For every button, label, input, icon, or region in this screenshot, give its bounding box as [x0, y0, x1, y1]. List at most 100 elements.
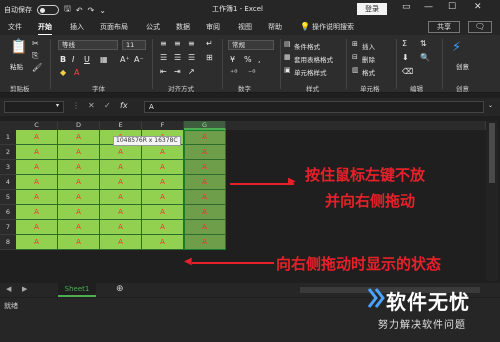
fill-icon[interactable]: ⬇	[402, 53, 409, 62]
grid-cell[interactable]: A	[142, 145, 184, 160]
grid-cell[interactable]: A	[16, 175, 58, 190]
format-cells-button[interactable]: 格式	[362, 67, 375, 77]
formula-input[interactable]: A	[144, 101, 484, 113]
grid-cell[interactable]: A	[58, 145, 100, 160]
insert-cells-button[interactable]: 插入	[362, 41, 375, 51]
share-button[interactable]: 共享	[428, 21, 460, 33]
grid-cell[interactable]: A	[100, 160, 142, 175]
autosum-icon[interactable]: Σ	[402, 39, 407, 48]
row-header[interactable]: 8	[0, 235, 16, 250]
select-all-corner[interactable]	[0, 121, 16, 130]
percent-icon[interactable]: %	[244, 55, 252, 64]
grid-cell[interactable]: A	[142, 175, 184, 190]
autosave-toggle[interactable]	[37, 5, 59, 15]
cancel-icon[interactable]: ✕	[88, 101, 95, 110]
minimize-icon[interactable]: —	[424, 2, 433, 12]
grid-cell[interactable]: A	[16, 130, 58, 145]
number-format-dropdown[interactable]: 常规	[228, 40, 274, 50]
column-header[interactable]: F	[142, 121, 184, 130]
conditional-format-button[interactable]: 条件格式	[294, 41, 320, 51]
indent-increase-icon[interactable]: ⇥	[174, 67, 181, 76]
font-name-dropdown[interactable]: 等线	[58, 40, 118, 50]
paste-label[interactable]: 粘贴	[10, 61, 23, 71]
tab-review[interactable]: 审阅	[206, 22, 220, 32]
table-format-icon[interactable]: ▦	[284, 53, 291, 61]
tell-me-search[interactable]: 操作说明搜索	[312, 22, 354, 32]
grid-cell[interactable]: A	[58, 205, 100, 220]
grid-cell[interactable]: A	[58, 235, 100, 250]
comment-icon[interactable]: 🗨	[468, 21, 492, 33]
grid-cell[interactable]: A	[16, 145, 58, 160]
row-header[interactable]: 3	[0, 160, 16, 175]
grid-cell[interactable]: A	[100, 175, 142, 190]
currency-icon[interactable]: ¥	[230, 55, 235, 64]
align-bottom-icon[interactable]: ≡	[188, 39, 195, 48]
clear-icon[interactable]: ⌫	[402, 67, 413, 76]
font-size-dropdown[interactable]: 11	[122, 40, 146, 50]
tab-insert[interactable]: 插入	[70, 22, 84, 32]
align-left-icon[interactable]: ☰	[160, 53, 167, 62]
grid-cell[interactable]: A	[58, 190, 100, 205]
grid-cell[interactable]: A	[142, 205, 184, 220]
login-button[interactable]: 登录	[357, 3, 387, 15]
find-select-icon[interactable]: 🔍	[420, 53, 430, 62]
row-header[interactable]: 7	[0, 220, 16, 235]
grid-cell[interactable]: A	[58, 160, 100, 175]
delete-cells-button[interactable]: 删除	[362, 54, 375, 64]
conditional-format-icon[interactable]: ▤	[284, 40, 291, 48]
table-format-button[interactable]: 套用表格格式	[294, 54, 333, 64]
column-header[interactable]: E	[100, 121, 142, 130]
cut-icon[interactable]: ✂	[32, 39, 39, 48]
maximize-icon[interactable]: ☐	[448, 2, 456, 12]
enter-icon[interactable]: ✓	[104, 101, 111, 110]
column-header[interactable]: G	[184, 121, 226, 130]
font-shrink-icon[interactable]: A⁻	[134, 55, 144, 64]
close-icon[interactable]: ✕	[474, 2, 482, 12]
row-header[interactable]: 1	[0, 130, 16, 145]
font-grow-icon[interactable]: A⁺	[120, 55, 130, 64]
tab-view[interactable]: 视图	[238, 22, 252, 32]
column-header[interactable]: C	[16, 121, 58, 130]
align-middle-icon[interactable]: ≡	[174, 39, 181, 48]
bold-icon[interactable]: B	[60, 55, 66, 64]
customize-chevron-icon[interactable]: ⌄	[99, 6, 106, 15]
next-sheet-icon[interactable]: ▶	[22, 285, 27, 293]
sheet-tab-sheet1[interactable]: Sheet1	[58, 283, 96, 297]
grid-cell[interactable]: A	[16, 160, 58, 175]
row-header[interactable]: 4	[0, 175, 16, 190]
cell-style-icon[interactable]: ▣	[284, 66, 291, 74]
vertical-scroll-thumb[interactable]	[489, 123, 495, 183]
grid-cell[interactable]: A	[58, 130, 100, 145]
comma-icon[interactable]: ,	[258, 55, 261, 64]
tab-file[interactable]: 文件	[8, 22, 22, 32]
prev-sheet-icon[interactable]: ◀	[6, 285, 11, 293]
grid-cell[interactable]: A	[58, 175, 100, 190]
add-sheet-icon[interactable]: ⊕	[116, 284, 124, 294]
grid-cell[interactable]: A	[16, 205, 58, 220]
fill-color-icon[interactable]: ◆	[60, 68, 66, 77]
align-right-icon[interactable]: ☰	[188, 53, 195, 62]
grid-cell[interactable]: A	[58, 220, 100, 235]
vertical-scrollbar[interactable]	[486, 121, 498, 281]
copy-icon[interactable]: ⎘	[32, 51, 38, 61]
border-icon[interactable]: ▦	[100, 55, 108, 64]
grid-cell[interactable]: A	[16, 190, 58, 205]
row-header[interactable]: 5	[0, 190, 16, 205]
cell-style-button[interactable]: 单元格样式	[294, 67, 327, 77]
underline-icon[interactable]: U	[84, 55, 90, 64]
row-header[interactable]: 6	[0, 205, 16, 220]
grid-cell[interactable]: A	[16, 235, 58, 250]
ribbon-display-icon[interactable]: ▭	[402, 2, 411, 12]
wrap-text-icon[interactable]: ↵	[206, 39, 213, 48]
save-icon[interactable]: 🖫	[64, 3, 71, 17]
grid-cell[interactable]: A	[142, 220, 184, 235]
tab-help[interactable]: 帮助	[268, 22, 282, 32]
insert-function-icon[interactable]: fx	[120, 101, 128, 110]
delete-cells-icon[interactable]: ⊟	[352, 53, 358, 61]
format-painter-icon[interactable]: 🖌	[32, 63, 42, 72]
column-header[interactable]: D	[58, 121, 100, 130]
tab-formulas[interactable]: 公式	[146, 22, 160, 32]
grid-cell[interactable]: A	[100, 190, 142, 205]
merge-icon[interactable]: ⊞	[206, 53, 213, 62]
sort-filter-icon[interactable]: ⇅	[420, 39, 427, 48]
